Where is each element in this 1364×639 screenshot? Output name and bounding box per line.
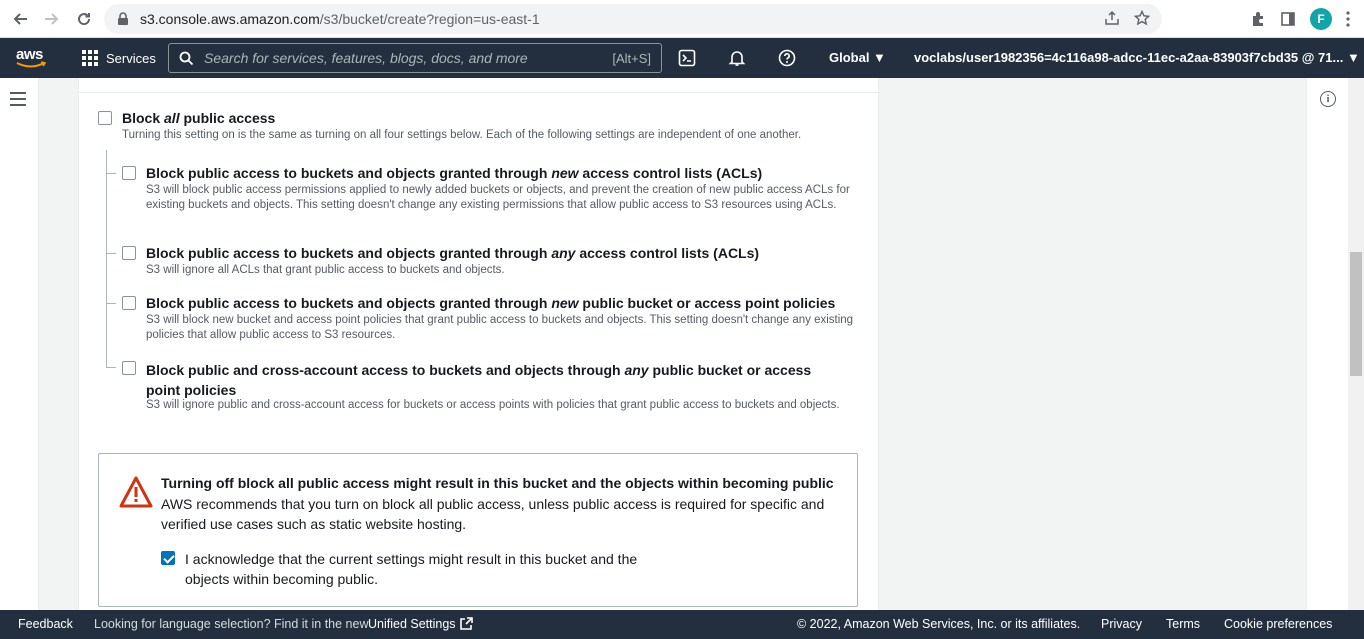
block-new-policies-description: S3 will block new bucket and access poin… bbox=[146, 314, 854, 341]
tree-connector bbox=[106, 173, 116, 174]
browser-toolbar: s3.console.aws.amazon.com/s3/bucket/crea… bbox=[0, 0, 1364, 38]
bell-icon[interactable] bbox=[727, 48, 747, 68]
unified-settings-label: Unified Settings bbox=[368, 617, 456, 631]
forward-arrow-icon[interactable] bbox=[36, 3, 68, 35]
side-panel-icon[interactable] bbox=[1280, 11, 1296, 27]
region-selector[interactable]: Global ▼ bbox=[829, 50, 886, 65]
language-message: Looking for language selection? Find it … bbox=[94, 617, 369, 631]
warning-title: Turning off block all public access migh… bbox=[161, 475, 834, 491]
services-menu[interactable]: Services bbox=[82, 50, 156, 66]
url-host: s3.console.aws.amazon.com bbox=[140, 11, 320, 27]
block-cross-account-description: S3 will ignore public and cross-account … bbox=[146, 399, 840, 411]
right-tools-rail: i bbox=[1306, 78, 1348, 610]
tree-connector bbox=[106, 253, 116, 254]
address-bar[interactable]: s3.console.aws.amazon.com/s3/bucket/crea… bbox=[104, 4, 1162, 34]
tree-connector bbox=[106, 303, 116, 304]
search-shortcut: [Alt+S] bbox=[612, 50, 651, 66]
warning-triangle-icon bbox=[119, 476, 153, 508]
block-all-public-access-description: Turning this setting on is the same as t… bbox=[122, 129, 802, 141]
page-scrollbar[interactable] bbox=[1348, 78, 1364, 610]
block-all-public-access-checkbox[interactable] bbox=[98, 111, 112, 125]
options-tree-line bbox=[106, 150, 107, 367]
kebab-menu-icon[interactable] bbox=[1346, 11, 1350, 27]
lock-icon bbox=[118, 12, 128, 25]
block-cross-account-checkbox[interactable] bbox=[122, 361, 136, 375]
block-new-acls-description: S3 will block public access permissions … bbox=[146, 184, 850, 211]
search-input[interactable] bbox=[204, 50, 584, 66]
copyright-text: © 2022, Amazon Web Services, Inc. or its… bbox=[797, 617, 1081, 631]
block-new-policies-title: Block public access to buckets and objec… bbox=[146, 295, 836, 311]
share-icon[interactable] bbox=[1104, 10, 1120, 26]
search-icon bbox=[179, 51, 194, 65]
aws-logo[interactable]: aws bbox=[16, 46, 48, 70]
reload-icon[interactable] bbox=[68, 3, 100, 35]
aws-console-nav: aws Services [Alt+S] Global ▼ voclabs/us… bbox=[0, 38, 1364, 78]
unified-settings-link[interactable]: Unified Settings bbox=[368, 617, 473, 631]
external-link-icon bbox=[459, 617, 473, 630]
block-new-acls-checkbox[interactable] bbox=[122, 166, 136, 180]
privacy-link[interactable]: Privacy bbox=[1101, 617, 1142, 631]
services-label: Services bbox=[106, 50, 156, 66]
left-navigation-rail bbox=[0, 78, 39, 610]
account-menu[interactable]: voclabs/user1982356=4c116a98-adcc-11ec-a… bbox=[914, 50, 1360, 65]
warning-body: AWS recommends that you turn on block al… bbox=[161, 496, 825, 532]
block-new-acls-title: Block public access to buckets and objec… bbox=[146, 165, 763, 181]
acknowledge-label: I acknowledge that the current settings … bbox=[185, 551, 638, 587]
cookie-preferences-link[interactable]: Cookie preferences bbox=[1224, 617, 1332, 631]
console-footer: Feedback Looking for language selection?… bbox=[0, 610, 1364, 639]
scrollbar-thumb[interactable] bbox=[1350, 252, 1362, 376]
block-all-public-access-title: Block all public access bbox=[122, 110, 276, 126]
block-any-acls-title: Block public access to buckets and objec… bbox=[146, 245, 760, 261]
info-icon[interactable]: i bbox=[1320, 91, 1336, 107]
cloudshell-icon[interactable] bbox=[677, 48, 697, 68]
block-new-policies-checkbox[interactable] bbox=[122, 296, 136, 310]
back-arrow-icon[interactable] bbox=[4, 3, 36, 35]
terms-link[interactable]: Terms bbox=[1166, 617, 1200, 631]
block-any-acls-description: S3 will ignore all ACLs that grant publi… bbox=[146, 264, 505, 276]
extensions-icon[interactable] bbox=[1250, 11, 1266, 27]
acknowledge-checkbox[interactable] bbox=[161, 551, 175, 565]
hamburger-menu-icon[interactable] bbox=[10, 92, 26, 110]
search-box[interactable]: [Alt+S] bbox=[168, 43, 662, 73]
url-path: /s3/bucket/create?region=us-east-1 bbox=[319, 11, 540, 27]
services-grid-icon bbox=[82, 50, 98, 66]
public-access-warning: Turning off block all public access migh… bbox=[98, 453, 858, 607]
feedback-link[interactable]: Feedback bbox=[18, 617, 73, 631]
tree-connector bbox=[106, 367, 116, 368]
star-icon[interactable] bbox=[1134, 10, 1150, 26]
block-any-acls-checkbox[interactable] bbox=[122, 246, 136, 260]
help-icon[interactable] bbox=[777, 48, 797, 68]
block-cross-account-title: Block public and cross-account access to… bbox=[146, 362, 812, 398]
profile-avatar[interactable]: F bbox=[1310, 8, 1332, 30]
